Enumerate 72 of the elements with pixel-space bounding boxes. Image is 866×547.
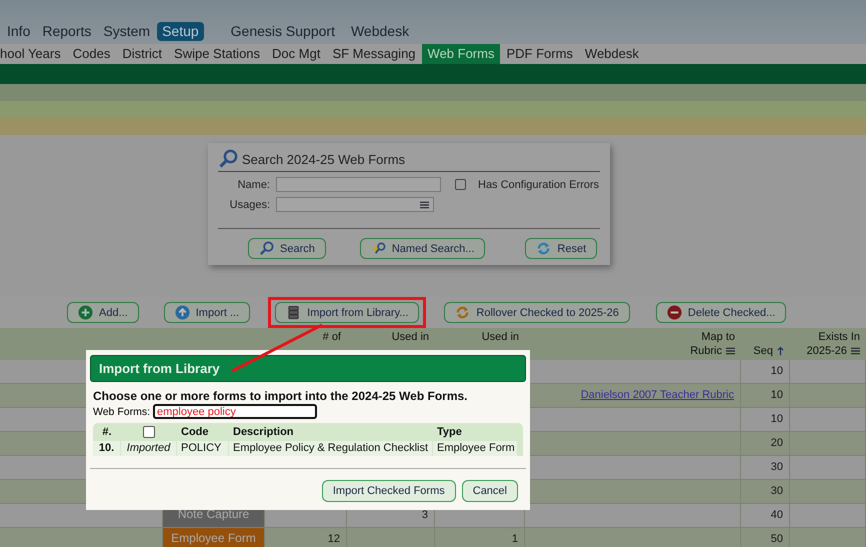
star-search-icon [370, 241, 386, 256]
tab[interactable]: Webdesk [578, 44, 645, 64]
checkbox[interactable] [143, 426, 155, 438]
search-icon [259, 241, 274, 256]
checkbox-label: Has Configuration Errors [478, 178, 600, 190]
column-header: Exists In [818, 330, 860, 344]
menu-item[interactable]: System [98, 22, 156, 41]
table-cell: Employee Policy & Regulation Checklist [229, 440, 433, 456]
toolbar-button[interactable]: Import from Library... [275, 302, 420, 323]
menu-link[interactable]: Webdesk [346, 22, 414, 41]
tab[interactable]: SF Messaging [326, 44, 422, 64]
tab[interactable]: Codes [66, 44, 116, 64]
checkbox[interactable] [455, 179, 466, 190]
rotate-icon [455, 305, 470, 320]
column-header: Type [436, 425, 463, 440]
tab[interactable]: Doc Mgt [266, 44, 326, 64]
dialog-title: Import from Library [90, 355, 526, 382]
column-header: #. [101, 425, 113, 440]
usages-field[interactable] [276, 197, 434, 212]
dialog-instructions: Choose one or more forms to import into the 2024-25 Web Forms. [93, 389, 469, 403]
table-cell: Imported [121, 440, 177, 456]
field-label: Usages: [228, 198, 270, 210]
menu-icon[interactable] [420, 200, 429, 208]
column-header[interactable]: 2025-26 [806, 344, 847, 358]
column-header[interactable]: Rubric [690, 344, 722, 358]
menu-icon[interactable] [851, 347, 860, 355]
menu-item[interactable]: Setup [157, 22, 204, 41]
field-label: Web Forms: [93, 406, 150, 418]
upload-icon [174, 305, 190, 320]
table-cell: 50 [741, 528, 790, 547]
toolbar-button[interactable]: Add... [67, 302, 139, 323]
column-header: Code [180, 425, 210, 440]
tab[interactable]: Swipe Stations [168, 44, 266, 64]
table-cell: 12 [265, 528, 347, 547]
sort-arrow-icon[interactable] [777, 346, 784, 356]
tab[interactable]: District [116, 44, 168, 64]
table-cell: 1 [435, 528, 525, 547]
column-header: Description [232, 425, 295, 440]
import-button[interactable]: Import Checked Forms [322, 480, 456, 502]
search-button[interactable]: Search [248, 238, 326, 259]
refresh-icon [536, 241, 552, 256]
toolbar-button[interactable]: Rollover Checked to 2025-26 [444, 302, 630, 323]
table-cell: POLICY [177, 440, 229, 456]
minus-icon [666, 305, 682, 320]
usage-tag: Employee Form [163, 528, 265, 547]
table-cell: Employee Form [433, 440, 518, 456]
toolbar-button[interactable]: Delete Checked... [656, 302, 786, 323]
column-header: # of [322, 330, 341, 344]
database-icon [286, 305, 302, 320]
cancel-button[interactable]: Cancel [462, 480, 518, 502]
menu-link[interactable]: Genesis Support [226, 22, 340, 41]
rubric-link[interactable]: Danielson 2007 Teacher Rubric [580, 389, 734, 401]
tab[interactable]: PDF Forms [500, 44, 579, 64]
name-field[interactable] [276, 177, 441, 192]
panel-title: Search 2024-25 Web Forms [242, 152, 406, 166]
menu-item[interactable]: Reports [37, 22, 96, 41]
tab[interactable]: Web Forms [422, 44, 500, 64]
menu-item[interactable]: Info [2, 22, 36, 41]
toolbar-button[interactable]: Import ... [164, 302, 250, 323]
column-header: Used in [482, 330, 519, 344]
field-label: Name: [236, 178, 270, 190]
named-search-button[interactable]: Named Search... [360, 238, 486, 259]
column-header: Map to [701, 330, 735, 344]
reset-button[interactable]: Reset [525, 238, 598, 259]
filter-field[interactable]: employee policy [152, 404, 317, 419]
column-header: Used in [392, 330, 429, 344]
search-icon [218, 149, 238, 169]
menu-icon[interactable] [726, 347, 735, 355]
table-cell: 10. [93, 440, 121, 456]
tab[interactable]: hool Years [0, 44, 67, 64]
plus-icon [78, 305, 93, 320]
column-header[interactable]: Seq [753, 344, 773, 358]
